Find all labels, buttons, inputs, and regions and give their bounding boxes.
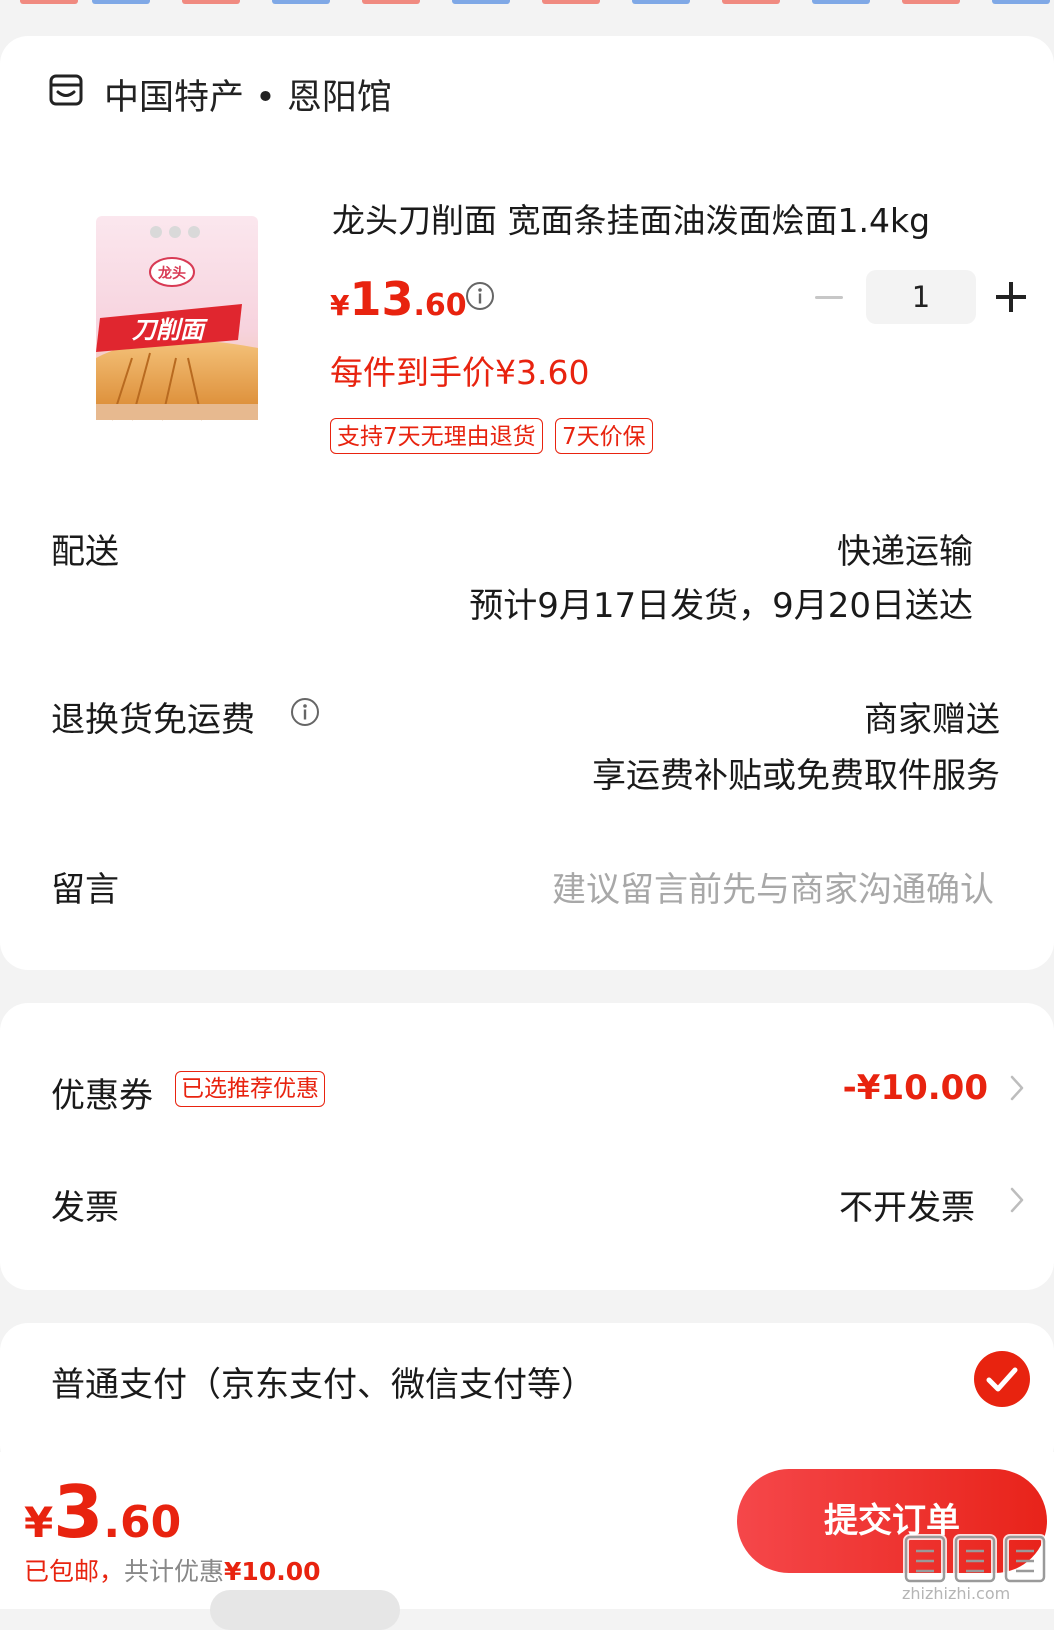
top-decorative-stripe bbox=[0, 0, 1054, 6]
message-label: 留言 bbox=[51, 870, 119, 910]
coupon-value[interactable]: -¥10.00 bbox=[843, 1068, 988, 1108]
total-summary: 已包邮，共计优惠¥10.00 bbox=[24, 1557, 321, 1586]
check-icon bbox=[986, 1367, 1018, 1392]
return-shipping-label: 退换货免运费 bbox=[51, 700, 255, 740]
svg-text:刀削面: 刀削面 bbox=[132, 316, 208, 344]
total-price: ¥3.60 bbox=[24, 1470, 182, 1554]
increase-quantity-button[interactable] bbox=[996, 282, 1026, 312]
watermark-text: zhizhizhi.com bbox=[902, 1584, 1011, 1603]
invoice-label[interactable]: 发票 bbox=[51, 1180, 119, 1229]
discount-invoice-card bbox=[0, 1003, 1054, 1290]
coupon-recommended-badge: 已选推荐优惠 bbox=[175, 1071, 325, 1107]
product-title[interactable]: 龙头刀削面 宽面条挂面油泼面烩面1.4kg bbox=[332, 194, 930, 242]
svg-text:龙头: 龙头 bbox=[157, 265, 186, 282]
order-item-card bbox=[0, 36, 1054, 970]
delivery-estimate: 预计9月17日发货，9月20日送达 bbox=[469, 586, 973, 626]
quantity-input[interactable]: 1 bbox=[866, 270, 976, 324]
delivery-method[interactable]: 快递运输 bbox=[837, 524, 973, 573]
return-shipping-info-icon[interactable] bbox=[290, 697, 320, 727]
return-policy-tag: 支持7天无理由退货 bbox=[330, 418, 543, 454]
chevron-right-icon[interactable] bbox=[1010, 1075, 1024, 1101]
store-name[interactable]: 中国特产 • 恩阳馆 bbox=[104, 69, 392, 120]
home-indicator bbox=[210, 1590, 400, 1630]
payment-method-label[interactable]: 普通支付（京东支付、微信支付等） bbox=[51, 1357, 595, 1406]
decrease-quantity-button[interactable] bbox=[815, 296, 843, 299]
invoice-value[interactable]: 不开发票 bbox=[839, 1180, 975, 1229]
coupon-label[interactable]: 优惠券 bbox=[51, 1068, 153, 1117]
per-item-final-price: 每件到手价¥3.60 bbox=[330, 353, 590, 392]
message-input[interactable]: 建议留言前先与商家沟通确认 bbox=[552, 862, 994, 911]
chevron-right-icon[interactable] bbox=[1010, 1187, 1024, 1213]
price-protection-tag: 7天价保 bbox=[555, 418, 653, 454]
product-price: ¥13.60 bbox=[330, 272, 467, 326]
price-info-icon[interactable] bbox=[465, 281, 495, 311]
product-image[interactable]: 龙头 刀削面 bbox=[92, 208, 262, 424]
return-shipping-desc: 享运费补贴或免费取件服务 bbox=[592, 756, 1000, 796]
payment-selected-check[interactable] bbox=[974, 1351, 1030, 1407]
store-icon bbox=[49, 74, 83, 106]
delivery-label: 配送 bbox=[51, 532, 119, 572]
return-shipping-value: 商家赠送 bbox=[864, 700, 1000, 740]
